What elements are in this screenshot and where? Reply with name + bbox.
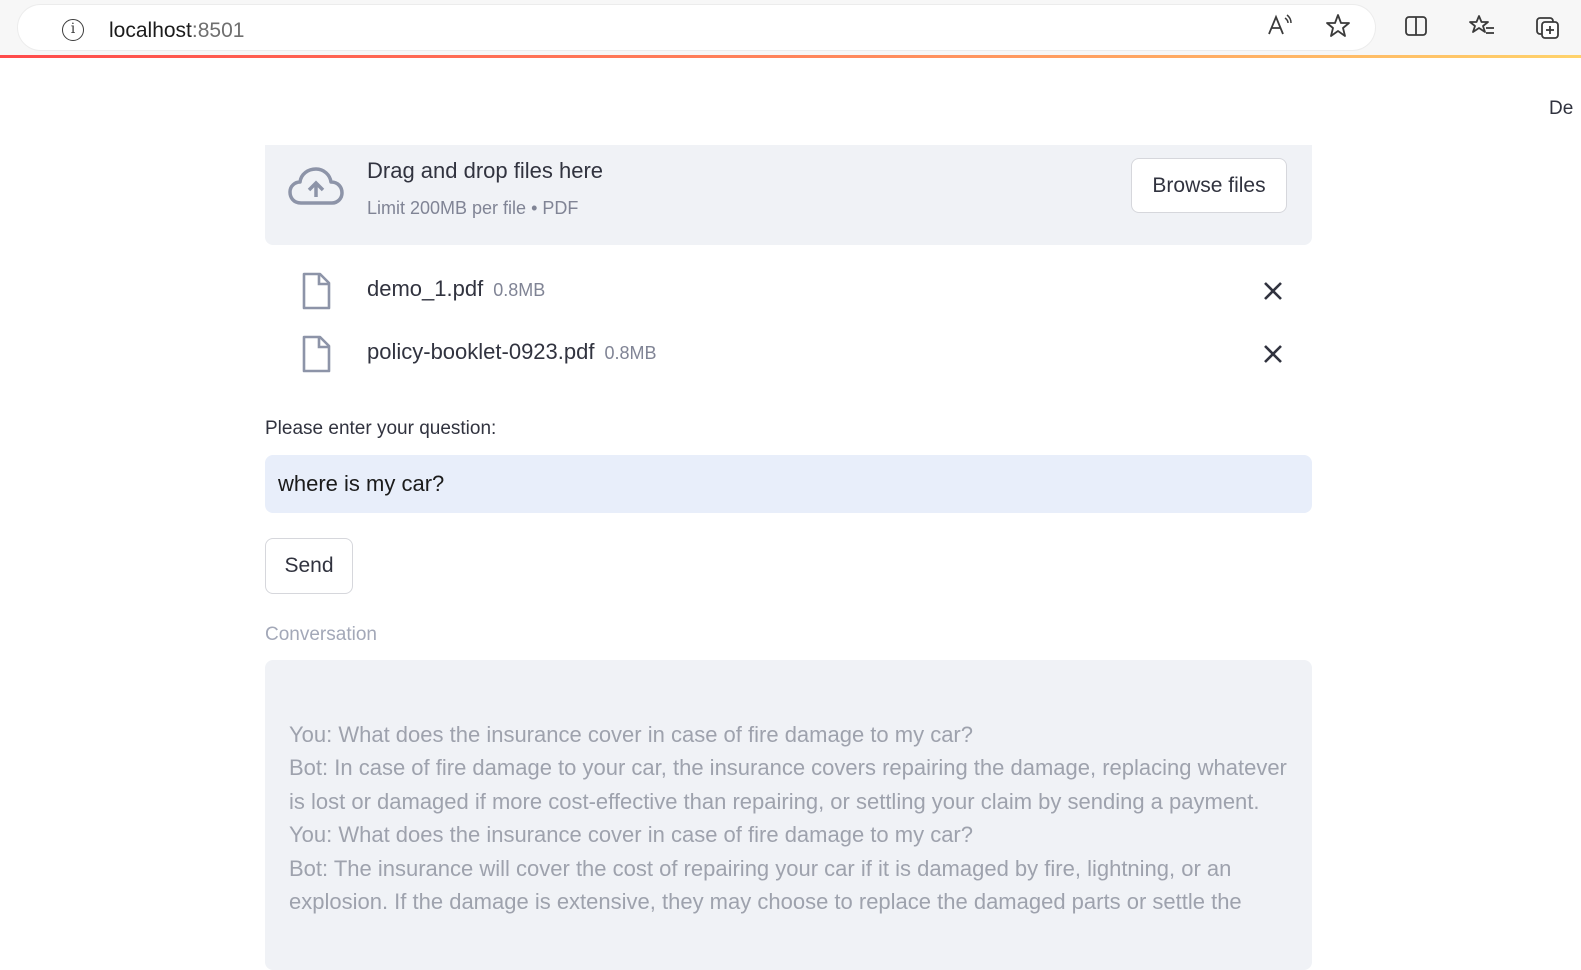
favorite-star-icon[interactable] [1324, 12, 1352, 40]
uploaded-file-row: demo_1.pdf 0.8MB [265, 266, 1312, 316]
split-screen-icon[interactable] [1402, 12, 1430, 40]
info-icon[interactable]: i [62, 19, 84, 41]
read-aloud-icon[interactable] [1265, 12, 1293, 40]
url-text[interactable]: localhost:8501 [109, 19, 244, 43]
favorites-icon[interactable] [1468, 12, 1496, 40]
running-indicator [0, 55, 1581, 58]
address-bar[interactable]: i localhost:8501 [18, 5, 1375, 50]
send-button[interactable]: Send [265, 538, 353, 594]
conversation-message: Bot: In case of fire damage to your car,… [289, 755, 1287, 814]
conversation-message: You: What does the insurance cover in ca… [289, 822, 973, 848]
question-input[interactable] [265, 455, 1312, 513]
file-size: 0.8MB [604, 343, 657, 363]
uploaded-file-row: policy-booklet-0923.pdf 0.8MB [265, 329, 1312, 379]
conversation-label: Conversation [265, 624, 377, 645]
file-name-text: policy-booklet-0923.pdf [367, 339, 595, 364]
cloud-upload-icon [288, 167, 344, 205]
conversation-message: You: What does the insurance cover in ca… [289, 722, 973, 747]
file-size: 0.8MB [493, 280, 546, 300]
browse-files-button[interactable]: Browse files [1131, 158, 1287, 213]
collections-icon[interactable] [1534, 12, 1562, 40]
browser-toolbar: i localhost:8501 [0, 0, 1581, 56]
file-name-text: demo_1.pdf [367, 276, 484, 301]
uploaded-file-name: demo_1.pdf 0.8MB [367, 276, 545, 302]
dropzone-title: Drag and drop files here [367, 158, 604, 183]
conversation-textarea[interactable]: You: What does the insurance cover in ca… [265, 660, 1312, 970]
question-label: Please enter your question: [265, 418, 497, 439]
deploy-button[interactable]: De [1549, 98, 1573, 120]
url-host: localhost [109, 19, 192, 42]
conversation-message: Bot: The insurance will cover the cost o… [289, 855, 1242, 915]
remove-file-icon[interactable] [1261, 279, 1285, 303]
uploaded-file-name: policy-booklet-0923.pdf 0.8MB [367, 339, 657, 365]
dropzone-limit: Limit 200MB per file • PDF [367, 198, 579, 218]
url-port: :8501 [191, 19, 245, 42]
file-icon [302, 335, 331, 373]
file-icon [302, 272, 331, 310]
remove-file-icon[interactable] [1261, 342, 1285, 366]
file-dropzone[interactable]: Drag and drop files here Limit 200MB per… [265, 145, 1312, 245]
